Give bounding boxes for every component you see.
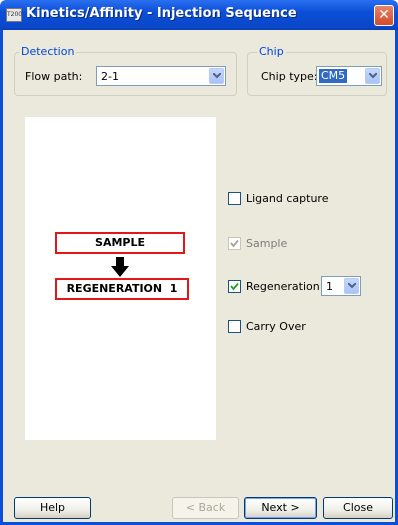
chevron-down-icon[interactable] [209,68,224,84]
window-title: Kinetics/Affinity - Injection Sequence [26,6,297,21]
regeneration-checkbox[interactable] [228,280,241,293]
chip-type-select[interactable]: CM5 [316,66,382,86]
chevron-down-icon[interactable] [365,68,380,84]
flow-path-label: Flow path: [25,70,83,83]
checkmark-icon [230,239,239,248]
regeneration-count-value: 1 [326,280,333,293]
sample-step-box: SAMPLE [55,232,185,254]
regeneration-count-select[interactable]: 1 [321,276,361,296]
help-button[interactable]: Help [14,497,91,519]
ligand-capture-label: Ligand capture [246,192,329,205]
sequence-preview-panel: SAMPLE REGENERATION 1 [25,117,216,440]
title-bar[interactable]: T200 Kinetics/Affinity - Injection Seque… [0,0,398,30]
sample-checkbox[interactable] [228,237,241,250]
regeneration-step-box: REGENERATION 1 [55,278,189,300]
back-button[interactable]: < Back [172,497,239,519]
next-button[interactable]: Next > [244,497,317,519]
flow-path-value: 2-1 [101,70,119,83]
carry-over-checkbox[interactable] [228,320,241,333]
flow-path-select[interactable]: 2-1 [96,66,226,86]
carry-over-label: Carry Over [246,320,306,333]
arrow-down-icon [111,257,129,277]
ligand-capture-checkbox[interactable] [228,192,241,205]
chevron-down-icon[interactable] [344,278,359,294]
sample-label: Sample [246,237,288,250]
close-window-button[interactable]: ✕ [374,5,394,26]
chip-type-label: Chip type: [261,70,318,83]
regeneration-label: Regeneration [246,280,320,293]
checkmark-icon [230,282,239,291]
chip-type-value: CM5 [319,69,348,83]
injection-sequence-window: T200 Kinetics/Affinity - Injection Seque… [0,0,398,525]
detection-group-label: Detection [19,45,77,58]
app-icon: T200 [6,8,22,22]
close-button[interactable]: Close [323,497,393,519]
chip-group-label: Chip [257,45,286,58]
